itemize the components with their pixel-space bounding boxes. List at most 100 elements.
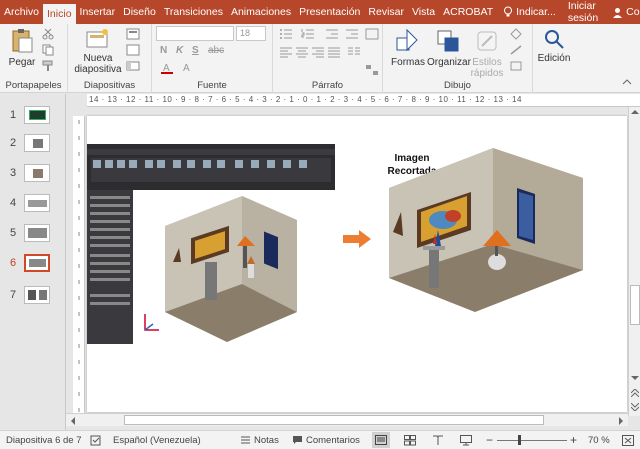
svg-text:A: A [183,63,190,74]
shapes-button[interactable]: Formas [389,28,427,68]
shape-effects-icon[interactable] [509,60,523,72]
vertical-scrollbar[interactable] [628,107,640,416]
numbering-icon[interactable] [301,28,315,40]
thumbnail-number: 3 [10,167,17,179]
paragraph-group-label: Párrafo [311,80,344,91]
autocad-screenshot-image[interactable] [87,144,335,344]
layout-icon[interactable] [126,28,140,40]
right-arrow-icon[interactable] [343,230,371,248]
copy-icon[interactable] [42,44,54,56]
thumbnail-image [24,224,50,242]
scroll-right-icon[interactable] [618,417,624,425]
person-icon [613,7,623,18]
tab-diseno[interactable]: Diseño [119,0,160,24]
reset-icon[interactable] [126,44,140,56]
sign-in-link[interactable]: Iniciar sesión [562,0,604,24]
tab-archivo[interactable]: Archivo [0,0,43,24]
reading-view-icon[interactable] [432,435,444,446]
tab-insertar[interactable]: Insertar [76,0,120,24]
thumbnail-image [24,134,50,152]
language-indicator[interactable]: Español (Venezuela) [113,435,201,446]
quick-styles-label-1: Estilos [472,57,502,68]
share-button[interactable]: Compartir [604,6,640,18]
format-painter-icon[interactable] [42,60,54,72]
tab-transiciones[interactable]: Transiciones [160,0,227,24]
scroll-thumb[interactable] [630,285,640,325]
tab-vista[interactable]: Vista [408,0,439,24]
tab-inicio[interactable]: Inicio [43,4,76,24]
thumbnail-6[interactable]: 6 [4,254,64,276]
zoom-slider[interactable] [497,440,567,441]
thumbnail-7[interactable]: 7 [4,286,64,308]
shape-fill-icon[interactable] [509,28,523,40]
font-name-box[interactable] [156,26,234,41]
cropped-room-image[interactable] [383,148,587,312]
fit-to-window-icon[interactable] [622,435,634,446]
tell-me-box[interactable]: Indicar... [497,6,562,18]
slide-canvas[interactable]: Imagen Recortada [87,116,627,412]
arrange-button[interactable]: Organizar [427,28,471,68]
underline-button[interactable]: S [192,45,199,56]
notes-icon [241,436,250,444]
align-center-icon[interactable] [295,46,309,58]
previous-slide-icon[interactable] [631,389,639,397]
editing-button[interactable]: Edición [535,28,573,64]
next-slide-icon[interactable] [631,403,639,411]
shape-outline-icon[interactable] [509,44,523,56]
zoom-level[interactable]: 70 % [588,435,610,446]
align-left-icon[interactable] [279,46,293,58]
ribbon: Pegar Portapapeles Nueva diapositiva Dia… [0,24,640,93]
increase-indent-icon[interactable] [345,28,359,40]
tab-animaciones[interactable]: Animaciones [227,0,295,24]
thumbnail-4[interactable]: 4 [4,194,64,216]
thumbnail-5[interactable]: 5 [4,224,64,246]
tab-revisar[interactable]: Revisar [364,0,408,24]
tab-acrobat[interactable]: ACROBAT [439,0,497,24]
thumbnail-1[interactable]: 1 [4,106,64,128]
new-slide-button[interactable]: Nueva diapositiva [72,28,124,75]
bold-button[interactable]: N [160,45,167,56]
strikethrough-button[interactable]: abc [208,45,224,56]
normal-view-button[interactable] [372,432,390,448]
italic-button[interactable]: K [176,45,183,56]
quick-styles-button[interactable]: Estilos rápidos [469,28,505,79]
scroll-left-icon[interactable] [70,417,76,425]
bullets-icon[interactable] [279,28,293,40]
slide-sorter-icon[interactable] [404,435,416,446]
font-color-icon[interactable]: A [160,62,174,74]
comments-button[interactable]: Comentarios [292,435,360,446]
thumbnail-3[interactable]: 3 [4,164,64,186]
align-right-icon[interactable] [311,46,325,58]
scroll-down-icon[interactable] [631,375,639,381]
comment-icon [293,436,302,444]
paste-button[interactable]: Pegar [6,28,38,68]
decrease-indent-icon[interactable] [325,28,339,40]
collapse-ribbon-icon[interactable] [622,78,632,86]
quick-styles-label-2: rápidos [470,68,504,79]
columns-icon[interactable] [347,46,361,58]
section-icon[interactable] [126,60,140,72]
text-direction-icon[interactable] [365,28,379,40]
tab-presentacion[interactable]: Presentación [295,0,364,24]
zoom-in-button[interactable]: + [570,433,577,447]
slideshow-icon[interactable] [460,435,472,446]
zoom-slider-thumb[interactable] [518,435,521,445]
cut-icon[interactable] [42,28,54,40]
spelling-icon[interactable] [90,435,102,446]
clipboard-icon [12,29,33,53]
smartart-icon[interactable] [365,64,379,76]
horizontal-scroll-thumb[interactable] [124,415,544,425]
highlight-icon[interactable]: A [180,62,194,74]
thumbnail-2[interactable]: 2 [4,134,64,156]
justify-icon[interactable] [327,46,341,58]
new-slide-icon [86,29,108,48]
font-size-box[interactable]: 18 [236,26,266,41]
horizontal-scrollbar[interactable] [66,413,628,426]
scroll-up-icon[interactable] [631,109,639,115]
zoom-out-button[interactable]: − [486,433,493,447]
shapes-label: Formas [391,57,425,68]
status-bar: Diapositiva 6 de 7 Español (Venezuela) N… [0,430,640,449]
slide-counter: Diapositiva 6 de 7 [6,434,82,446]
drawing-group-label: Dibujo [444,80,471,91]
notes-button[interactable]: Notas [240,435,279,446]
